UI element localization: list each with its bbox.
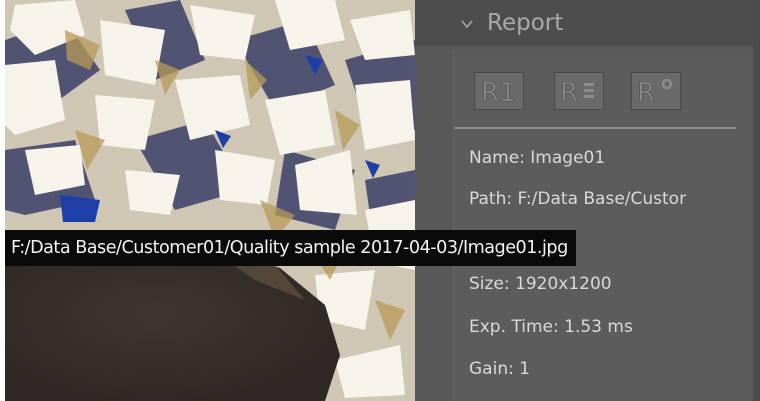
path-tooltip: F:/Data Base/Customer01/Quality sample 2… [5,230,576,266]
r1-report-icon: R1 [481,78,516,109]
info-exp-time: Exp. Time: 1.53 ms [469,317,633,337]
info-path: Path: F:/Data Base/Custor [469,189,687,209]
panel-scroll-edge [753,0,760,401]
r1-report-button[interactable]: R1 [474,72,524,110]
svg-text:R: R [560,78,578,108]
report-divider [454,127,736,129]
image-viewer[interactable] [5,0,415,401]
report-panel-title: Report [487,10,564,36]
r-settings-report-button[interactable]: R [554,72,604,110]
info-gain: Gain: 1 [469,359,531,379]
r-settings-report-icon: R [560,78,594,108]
report-panel: Report R1 R R Name: Image01 Path: F:/Dat… [415,0,760,401]
info-name: Name: Image01 [469,148,606,168]
svg-text:R1: R1 [481,78,516,108]
report-panel-body: R1 R R Name: Image01 Path: F:/Data Base/… [453,50,754,401]
chevron-down-icon[interactable] [461,15,473,29]
app-window: Report R1 R R Name: Image01 Path: F:/Dat… [0,0,760,401]
microscope-image [5,0,415,401]
info-size: Size: 1920x1200 [469,274,612,294]
r-degree-report-icon: R [637,78,673,108]
r-degree-report-button[interactable]: R [631,72,681,110]
svg-text:R: R [637,78,655,108]
report-panel-header[interactable]: Report [415,0,760,46]
